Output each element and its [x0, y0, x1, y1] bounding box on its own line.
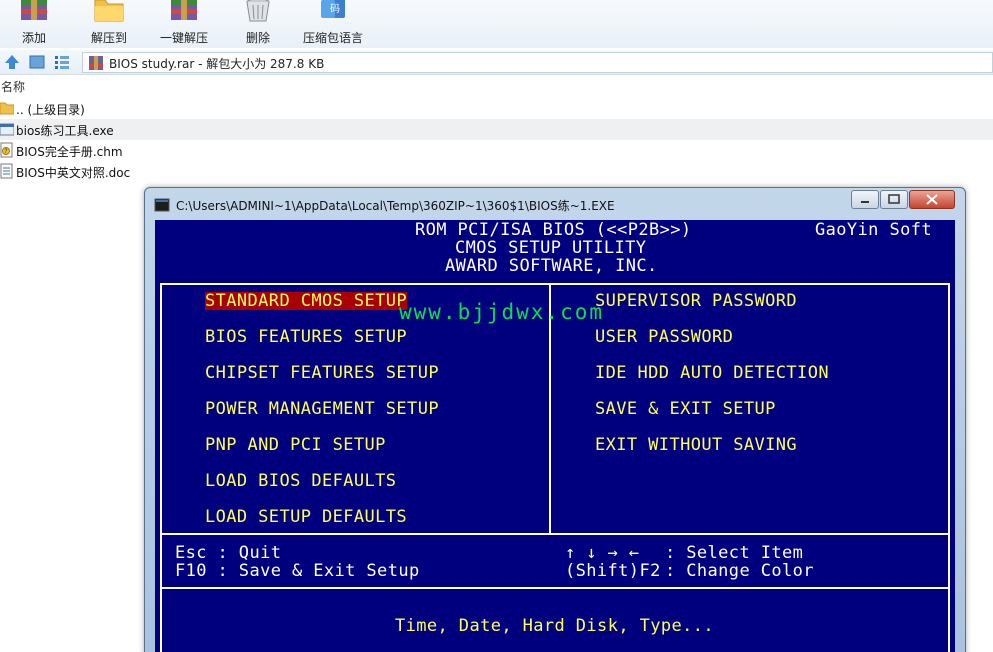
- svg-text:码: 码: [330, 3, 340, 15]
- file-name: BIOS完全手册.chm: [16, 145, 123, 159]
- help-frame-top: [160, 533, 950, 535]
- menu-item-pnp-and-pci-setup[interactable]: PNP AND PCI SETUP: [205, 436, 386, 454]
- item-description: Time, Date, Hard Disk, Type...: [395, 616, 715, 636]
- watermark-text: www.bjjdwx.com: [399, 300, 605, 324]
- folder-up-icon: [0, 102, 14, 115]
- help-save-exit: F10 : Save & Exit Setup: [175, 561, 420, 581]
- list-item[interactable]: .. (上级目录): [0, 98, 993, 119]
- exe-file-icon: [0, 123, 14, 136]
- menu-item-bios-features-setup[interactable]: BIOS FEATURES SETUP: [205, 328, 407, 346]
- close-button[interactable]: [909, 190, 955, 209]
- help-select-item: : Select Item: [665, 543, 804, 563]
- delete-label: 删除: [245, 31, 270, 45]
- list-item[interactable]: bios练习工具.exe: [0, 119, 993, 140]
- add-archive-icon: [21, 0, 47, 20]
- extract-folder-icon: [94, 0, 124, 22]
- desc-frame-top: [160, 587, 950, 589]
- help-quit: Esc : Quit: [175, 543, 282, 563]
- menu-item-load-setup-defaults[interactable]: LOAD SETUP DEFAULTS: [205, 508, 407, 526]
- one-click-extract-label: 一键解压: [159, 31, 208, 45]
- add-label: 添加: [21, 31, 46, 45]
- menu-item-save-exit-setup[interactable]: SAVE & EXIT SETUP: [595, 400, 776, 418]
- bios-screen[interactable]: ROM PCI/ISA BIOS (<<P2B>>) CMOS SETUP UT…: [155, 220, 955, 652]
- one-click-extract-button[interactable]: 一键解压: [152, 0, 216, 48]
- menu-item-user-password[interactable]: USER PASSWORD: [595, 328, 733, 346]
- archive-language-button[interactable]: 码 压缩包语言: [301, 0, 365, 48]
- list-view-icon[interactable]: [54, 54, 70, 70]
- menu-frame-left: [160, 283, 162, 652]
- menu-frame-right: [948, 283, 950, 652]
- help-change-color: : Change Color: [665, 561, 814, 581]
- add-button[interactable]: 添加: [2, 0, 66, 48]
- toolbar: 添加 解压到 一键解压 删除 码 压缩包语言: [0, 0, 993, 48]
- file-name: BIOS中英文对照.doc: [16, 166, 131, 180]
- console-app-icon: [154, 198, 170, 212]
- bios-brand: GaoYin Soft: [815, 220, 932, 240]
- menu-item-chipset-features-setup[interactable]: CHIPSET FEATURES SETUP: [205, 364, 439, 382]
- archive-language-icon: 码: [321, 0, 345, 18]
- address-field[interactable]: BIOS study.rar - 解包大小为 287.8 KB: [82, 52, 993, 73]
- address-bar: BIOS study.rar - 解包大小为 287.8 KB: [0, 50, 993, 75]
- delete-button[interactable]: 删除: [226, 0, 290, 48]
- menu-item-power-management-setup[interactable]: POWER MANAGEMENT SETUP: [205, 400, 439, 418]
- menu-frame-top: [160, 283, 950, 285]
- list-item[interactable]: BIOS中英文对照.doc: [0, 161, 993, 182]
- column-header-name[interactable]: 名称: [0, 78, 993, 98]
- maximize-icon: [888, 194, 900, 204]
- help-shift-f2: (Shift)F2: [565, 561, 661, 581]
- file-name: bios练习工具.exe: [16, 124, 114, 138]
- archive-language-label: 压缩包语言: [302, 31, 363, 45]
- bios-header-line2: CMOS SETUP UTILITY: [455, 238, 647, 258]
- svg-text:?: ?: [4, 148, 7, 155]
- large-icons-view-icon[interactable]: [29, 54, 45, 70]
- up-arrow-icon[interactable]: [4, 54, 20, 70]
- minimize-button[interactable]: [851, 190, 879, 209]
- trash-bin-icon: [246, 0, 270, 22]
- extract-to-label: 解压到: [90, 31, 127, 45]
- chm-file-icon: ?: [0, 142, 13, 158]
- bios-header-line1: ROM PCI/ISA BIOS (<<P2B>>): [415, 220, 692, 240]
- one-click-extract-icon: [171, 0, 197, 20]
- rar-archive-icon: [89, 56, 103, 70]
- maximize-button[interactable]: [880, 190, 908, 209]
- menu-item-standard-cmos-setup[interactable]: STANDARD CMOS SETUP: [205, 292, 408, 310]
- file-name: .. (上级目录): [16, 103, 85, 117]
- menu-item-load-bios-defaults[interactable]: LOAD BIOS DEFAULTS: [205, 472, 396, 490]
- extract-to-button[interactable]: 解压到: [77, 0, 141, 48]
- close-icon: [926, 194, 938, 205]
- list-item[interactable]: ? BIOS完全手册.chm: [0, 140, 993, 161]
- console-window[interactable]: C:\Users\ADMINI~1\AppData\Local\Temp\360…: [144, 187, 966, 652]
- menu-item-exit-without-saving[interactable]: EXIT WITHOUT SAVING: [595, 436, 797, 454]
- bios-header-line3: AWARD SOFTWARE, INC.: [445, 256, 658, 276]
- address-path: BIOS study.rar - 解包大小为 287.8 KB: [109, 57, 325, 71]
- menu-item-supervisor-password[interactable]: SUPERVISOR PASSWORD: [595, 292, 797, 310]
- menu-item-ide-hdd-auto-detection[interactable]: IDE HDD AUTO DETECTION: [595, 364, 829, 382]
- console-title: C:\Users\ADMINI~1\AppData\Local\Temp\360…: [176, 199, 615, 213]
- help-arrow-keys: ↑ ↓ → ←: [565, 543, 640, 563]
- minimize-icon: [861, 201, 869, 203]
- doc-file-icon: [0, 163, 13, 179]
